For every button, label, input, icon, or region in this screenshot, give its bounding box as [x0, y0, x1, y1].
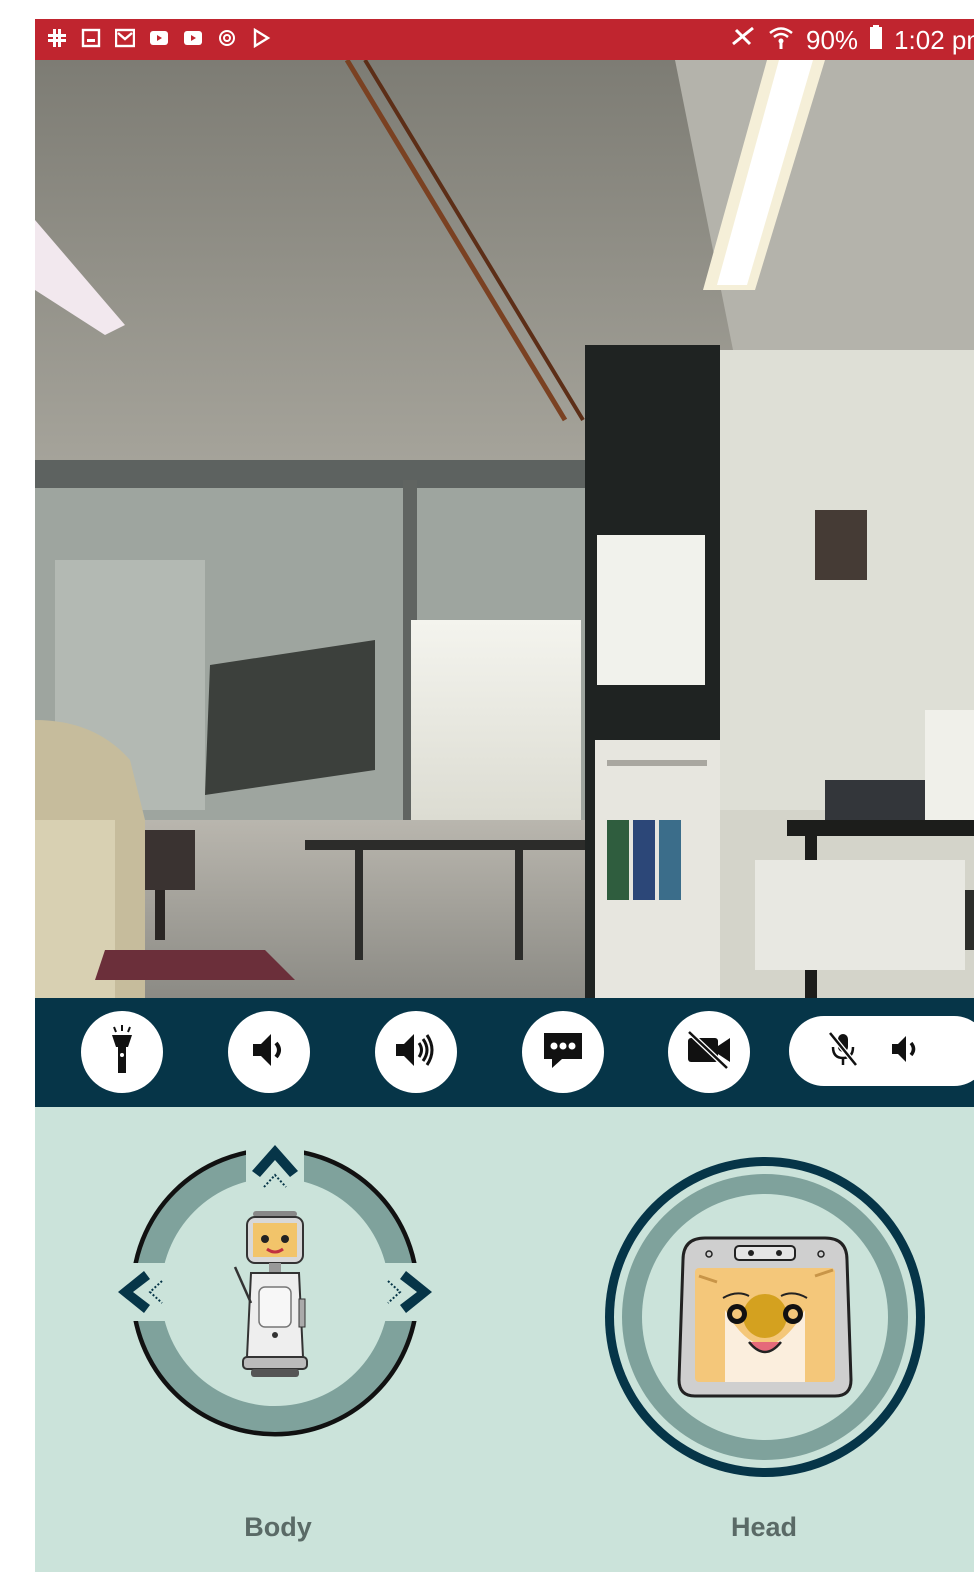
control-toolbar	[35, 998, 974, 1107]
audio-toggle-pill[interactable]	[789, 1016, 974, 1086]
youtube-icon	[183, 28, 203, 48]
body-label: Body	[244, 1512, 312, 1542]
flashlight-button[interactable]	[81, 1011, 163, 1093]
camera-off-button[interactable]	[668, 1011, 750, 1093]
bluetooth-off-icon	[730, 24, 756, 56]
status-bar: 90% 1:02 pm	[35, 19, 974, 60]
volume-up-button[interactable]	[375, 1011, 457, 1093]
camera-off-icon	[685, 1028, 733, 1077]
body-control[interactable]	[110, 1127, 440, 1457]
head-label: Head	[730, 1512, 798, 1542]
robot-head-icon	[677, 1236, 853, 1398]
chat-button[interactable]	[522, 1011, 604, 1093]
chat-icon	[540, 1029, 586, 1076]
volume-down-button[interactable]	[228, 1011, 310, 1093]
play-store-icon	[251, 28, 271, 48]
sync-icon	[217, 28, 237, 48]
app-screen: 90% 1:02 pm	[35, 19, 974, 1572]
volume-down-icon	[247, 1028, 291, 1077]
robot-controls-panel: Body Head	[35, 1107, 974, 1572]
mic-off-icon[interactable]	[827, 1030, 859, 1073]
body-forward-arrow[interactable]	[246, 1137, 304, 1195]
volume-up-icon	[392, 1028, 440, 1077]
notification-icons	[47, 28, 271, 48]
wifi-icon	[768, 24, 794, 56]
head-control[interactable]	[600, 1152, 930, 1482]
flashlight-icon	[102, 1024, 142, 1080]
youtube-icon	[149, 28, 169, 48]
clock: 1:02 pm	[894, 25, 974, 55]
system-status: 90% 1:02 pm	[730, 24, 974, 56]
gallery-icon	[81, 28, 101, 48]
body-right-arrow[interactable]	[380, 1263, 438, 1321]
battery-percent: 90%	[806, 25, 859, 55]
body-left-arrow[interactable]	[112, 1263, 170, 1321]
camera-feed	[35, 60, 974, 998]
gmail-icon	[115, 28, 135, 48]
robot-body-icon	[233, 1211, 308, 1377]
slack-icon	[47, 28, 67, 48]
speaker-icon[interactable]	[889, 1032, 923, 1071]
battery-icon	[870, 25, 883, 55]
